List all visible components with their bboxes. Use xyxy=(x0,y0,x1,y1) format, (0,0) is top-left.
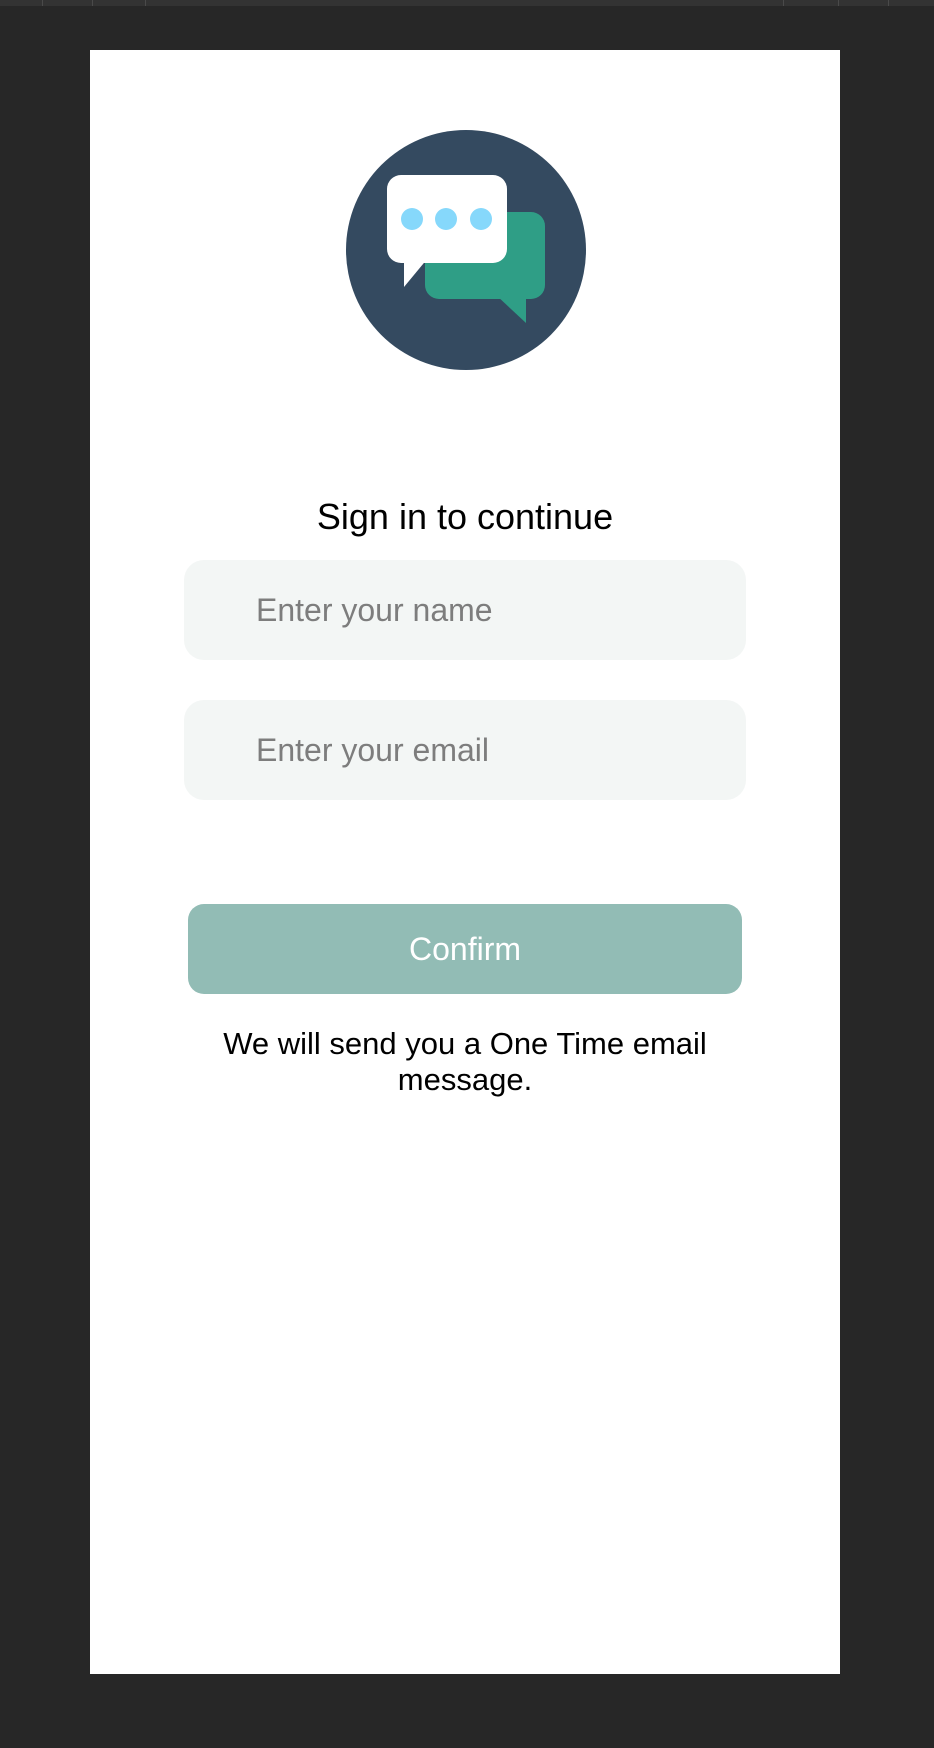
name-input[interactable] xyxy=(184,560,746,660)
top-strip-divider xyxy=(145,0,146,6)
app-screen: Sign in to continue Confirm We will send… xyxy=(90,50,840,1674)
top-strip-divider xyxy=(838,0,839,6)
top-strip-divider xyxy=(42,0,43,6)
top-strip-divider xyxy=(92,0,93,6)
email-field[interactable] xyxy=(184,700,746,800)
confirm-button[interactable]: Confirm xyxy=(188,904,742,994)
chat-bubbles-icon xyxy=(346,130,586,370)
email-input[interactable] xyxy=(184,700,746,800)
top-strip-divider xyxy=(783,0,784,6)
page-title: Sign in to continue xyxy=(316,496,614,537)
name-field[interactable] xyxy=(184,560,746,660)
top-strip-divider xyxy=(888,0,889,6)
window-top-strip xyxy=(0,0,934,6)
otp-note: We will send you a One Time email messag… xyxy=(223,1026,707,1097)
